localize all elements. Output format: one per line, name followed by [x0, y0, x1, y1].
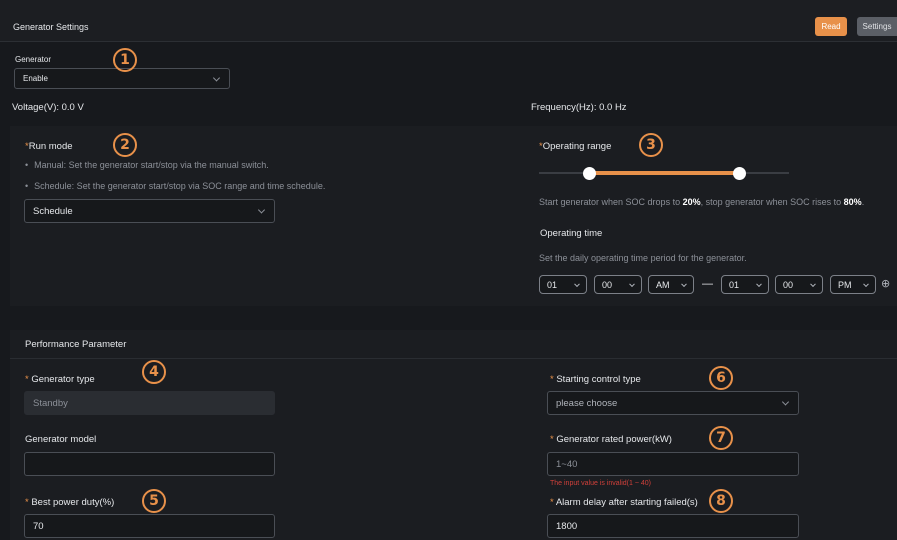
run-mode-label: *Run mode	[25, 141, 73, 152]
soc-range-slider[interactable]	[539, 167, 789, 180]
end-ampm-select[interactable]: PM	[830, 275, 876, 294]
chevron-down-icon	[212, 73, 221, 82]
alarm-delay-value: 1800	[556, 520, 578, 532]
rated-power-error: The input value is invalid(1 ~ 40)	[550, 480, 651, 487]
operating-time-hint: Set the daily operating time period for …	[539, 253, 747, 263]
voltage-readout: Voltage(V): 0.0 V	[12, 102, 84, 113]
best-power-duty-value: 70	[33, 520, 44, 532]
start-ampm-select[interactable]: AM	[648, 275, 694, 294]
rated-power-label: * Generator rated power(kW)	[550, 434, 672, 445]
end-minute-select[interactable]: 00	[775, 275, 823, 294]
chevron-down-icon	[810, 280, 816, 287]
slider-fill	[589, 171, 739, 175]
generator-type-label: * Generator type	[25, 374, 95, 385]
performance-section-title: Performance Parameter	[25, 339, 127, 350]
chevron-down-icon	[629, 280, 635, 287]
starting-control-placeholder: please choose	[556, 397, 618, 409]
run-mode-hint-manual: Manual: Set the generator start/stop via…	[25, 160, 269, 170]
end-hour-value: 01	[729, 279, 740, 290]
operating-time-label: Operating time	[540, 228, 603, 239]
start-minute-value: 00	[602, 279, 613, 290]
end-minute-value: 00	[783, 279, 794, 290]
rated-power-input[interactable]: 1~40	[547, 452, 799, 476]
end-ampm-value: PM	[838, 279, 852, 290]
generator-type-value: Standby	[33, 397, 68, 409]
page-title: Generator Settings	[13, 22, 89, 32]
run-mode-select-value: Schedule	[33, 205, 73, 217]
end-hour-select[interactable]: 01	[721, 275, 769, 294]
generator-type-field: Standby	[24, 391, 275, 415]
settings-button[interactable]: Settings	[857, 17, 897, 36]
alarm-delay-input[interactable]: 1800	[547, 514, 799, 538]
chevron-down-icon	[781, 398, 790, 406]
frequency-readout: Frequency(Hz): 0.0 Hz	[531, 102, 627, 113]
annotation-marker-6: 6	[709, 366, 733, 390]
chevron-down-icon	[574, 280, 580, 287]
starting-control-type-select[interactable]: please choose	[547, 391, 799, 415]
alarm-delay-label: * Alarm delay after starting failed(s)	[550, 497, 698, 508]
rated-power-placeholder: 1~40	[556, 458, 578, 470]
chevron-down-icon	[863, 280, 869, 287]
annotation-marker-3: 3	[639, 133, 663, 157]
run-mode-select[interactable]: Schedule	[24, 199, 275, 223]
start-hour-select[interactable]: 01	[539, 275, 587, 294]
add-time-period-icon[interactable]: ⊕	[881, 277, 890, 290]
slider-handle-high[interactable]	[732, 167, 746, 180]
generator-model-label: Generator model	[25, 434, 97, 445]
slider-handle-low[interactable]	[582, 167, 596, 180]
section-divider	[10, 358, 897, 359]
annotation-marker-1: 1	[113, 48, 137, 72]
annotation-marker-7: 7	[709, 426, 733, 450]
start-minute-select[interactable]: 00	[594, 275, 642, 294]
chevron-down-icon	[681, 280, 687, 287]
annotation-marker-8: 8	[709, 489, 733, 513]
header-bar	[0, 0, 897, 42]
operating-range-label: *Operating range	[539, 141, 612, 152]
annotation-marker-4: 4	[142, 360, 166, 384]
annotation-marker-2: 2	[113, 133, 137, 157]
run-mode-hint-schedule: Schedule: Set the generator start/stop v…	[25, 181, 325, 191]
start-hour-value: 01	[547, 279, 558, 290]
annotation-marker-5: 5	[142, 489, 166, 513]
starting-control-type-label: * Starting control type	[550, 374, 641, 385]
performance-panel	[10, 330, 897, 540]
chevron-down-icon	[756, 280, 762, 287]
generator-model-input[interactable]	[24, 452, 275, 476]
read-button[interactable]: Read	[815, 17, 847, 36]
time-range-separator: —	[702, 278, 713, 290]
operating-range-description: Start generator when SOC drops to 20%, s…	[539, 197, 865, 207]
generator-select-value: Enable	[23, 74, 48, 83]
generator-label: Generator	[15, 55, 52, 64]
start-ampm-value: AM	[656, 279, 670, 290]
chevron-down-icon	[257, 206, 266, 214]
best-power-duty-input[interactable]: 70	[24, 514, 275, 538]
best-power-duty-label: * Best power duty(%)	[25, 497, 115, 508]
